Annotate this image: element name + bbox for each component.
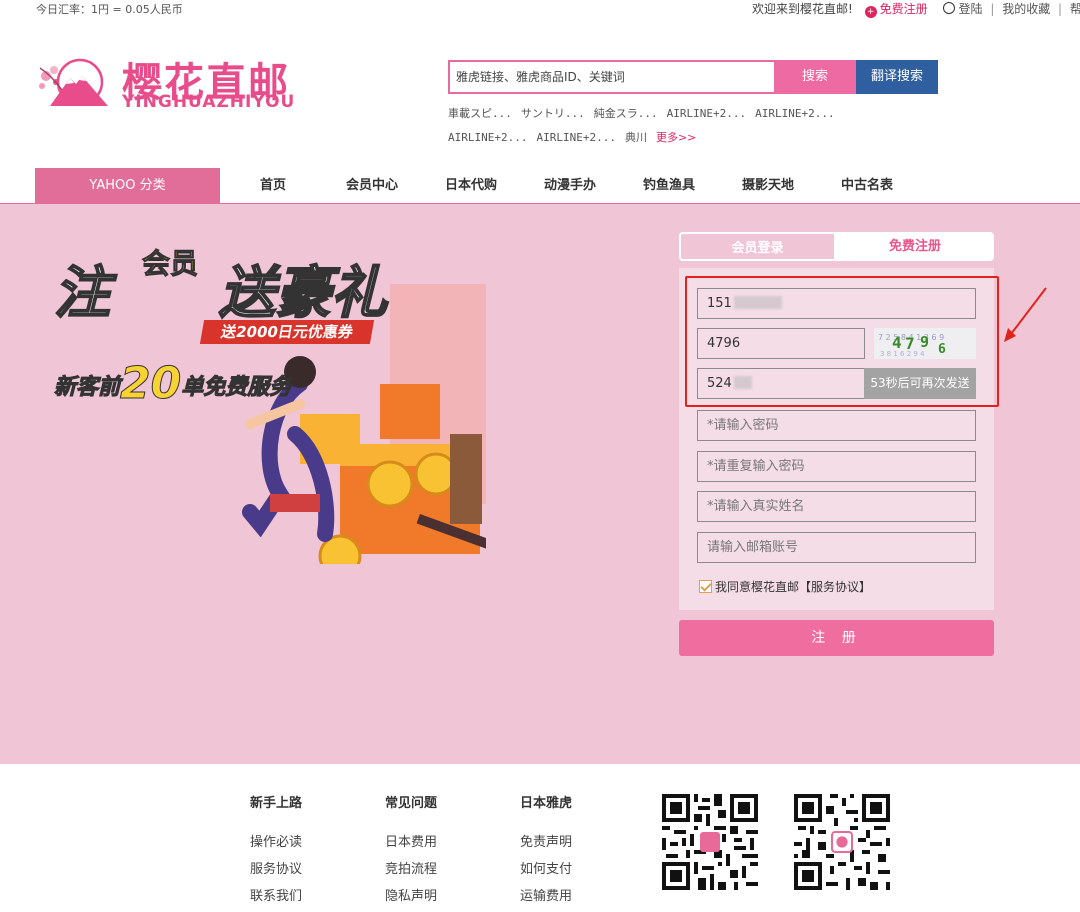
footer-col-title: 新手上路 <box>250 796 303 811</box>
top-links: 欢迎来到樱花直邮! +免费注册 登陆 | 我的收藏 | 帮助 <box>752 0 1080 18</box>
agreement-row: 我同意樱花直邮【服务协议】 <box>699 578 871 595</box>
translate-search-button[interactable]: 翻译搜索 <box>856 60 938 94</box>
footer: 新手上路 操作必读 服务协议 联系我们 常见问题 日本费用 竞拍流程 隐私声明 … <box>0 764 1080 904</box>
footer-link[interactable]: 联系我们 <box>250 885 302 912</box>
search-button[interactable]: 搜索 <box>774 60 856 94</box>
divider: | <box>1058 2 1063 16</box>
footer-link[interactable]: 隐私声明 <box>385 885 437 912</box>
cherry-blossom-mountain-icon <box>39 58 108 106</box>
nav-item-fishing[interactable]: 钓鱼渔具 <box>643 168 695 204</box>
agreement-label[interactable]: 我同意樱花直邮【服务协议】 <box>715 580 871 594</box>
hot-keyword[interactable]: AIRLINE+2... <box>448 126 527 150</box>
promo-vip-text: 会员 <box>141 247 199 281</box>
category-menu-button[interactable]: YAHOO 分类 <box>35 168 220 204</box>
more-keywords-link[interactable]: 更多>> <box>656 126 696 150</box>
help-link[interactable]: 帮助 <box>1070 0 1080 17</box>
highlight-box <box>685 276 999 407</box>
footer-link[interactable]: 竞拍流程 <box>385 858 437 885</box>
footer-col-yahoo: 日本雅虎 免责声明 如何支付 运输费用 <box>520 792 572 912</box>
main-nav: YAHOO 分类 首页 会员中心 日本代购 动漫手办 钓鱼渔具 摄影天地 中古名… <box>0 168 1080 205</box>
footer-col-title: 常见问题 <box>385 796 438 811</box>
site-logo[interactable]: 樱花直邮 YINGHUAZHIYOU <box>36 52 316 114</box>
register-submit-button[interactable]: 注 册 <box>679 620 994 656</box>
search-bar: 搜索 翻译搜索 <box>448 60 938 94</box>
promo-subtitle-num: 20 <box>120 358 182 410</box>
hot-keyword[interactable]: 車載スピ... <box>448 102 512 126</box>
auth-tabs: 会员登录 免费注册 <box>679 232 994 261</box>
favorites-link[interactable]: 我的收藏 <box>1002 0 1050 17</box>
nav-item-anime-figures[interactable]: 动漫手办 <box>544 168 596 204</box>
real-name-field[interactable]: *请输入真实姓名 <box>697 491 976 522</box>
logo-text-en: YINGHUAZHIYOU <box>122 92 296 112</box>
qr-code-wechat <box>662 794 758 890</box>
hot-keyword[interactable]: サントリ... <box>521 102 585 126</box>
footer-col-title: 日本雅虎 <box>520 796 573 811</box>
top-login-label: 登陆 <box>958 2 983 16</box>
footer-link[interactable]: 如何支付 <box>520 858 572 885</box>
search-input[interactable] <box>448 60 776 94</box>
footer-col-faq: 常见问题 日本费用 竞拍流程 隐私声明 <box>385 792 437 912</box>
top-register-label: 免费注册 <box>879 2 928 16</box>
promo-subtitle: 新客前20单免费服务 <box>53 358 292 410</box>
hot-keyword[interactable]: AIRLINE+2... <box>536 126 615 150</box>
hot-keywords: 車載スピ... サントリ... 純金スラ... AIRLINE+2... AIRLINE… <box>448 102 848 150</box>
tab-member-login[interactable]: 会员登录 <box>679 232 836 261</box>
confirm-password-field[interactable]: *请重复输入密码 <box>697 451 976 482</box>
hot-keyword[interactable]: AIRLINE+2... <box>755 102 834 126</box>
hot-keyword[interactable]: 典川 <box>625 126 647 150</box>
footer-link[interactable]: 服务协议 <box>250 858 302 885</box>
user-plus-icon: + <box>864 6 877 18</box>
promo-title-gift: 送豪礼 <box>218 260 388 327</box>
top-register-link[interactable]: + 免费注册 <box>864 0 928 18</box>
footer-link[interactable]: 免责声明 <box>520 831 572 858</box>
footer-col-newbie: 新手上路 操作必读 服务协议 联系我们 <box>250 792 302 912</box>
agree-checkbox[interactable] <box>699 580 712 593</box>
footer-link[interactable]: 日本费用 <box>385 831 437 858</box>
promo-subtitle-post: 单免费服务 <box>181 375 292 401</box>
nav-item-photography[interactable]: 摄影天地 <box>742 168 794 204</box>
divider: | <box>990 2 995 16</box>
user-icon <box>943 2 956 14</box>
top-login-link[interactable]: 登陆 <box>943 0 983 17</box>
password-field[interactable]: *请输入密码 <box>697 410 976 441</box>
promo-title-char: 注 <box>53 260 111 327</box>
hot-keyword[interactable]: AIRLINE+2... <box>667 102 746 126</box>
hot-keyword[interactable]: 純金スラ... <box>594 102 658 126</box>
tab-free-register[interactable]: 免费注册 <box>836 232 994 261</box>
top-bar: 今日汇率：1円 = 0.05人民币 欢迎来到樱花直邮! + 免费注册 登陆 | 我… <box>0 0 1080 18</box>
welcome-text: 欢迎来到樱花直邮! <box>752 2 853 16</box>
qr-code-app <box>794 794 890 890</box>
email-field[interactable]: 请输入邮箱账号 <box>697 532 976 563</box>
nav-item-watches[interactable]: 中古名表 <box>841 168 893 204</box>
promo-subtitle-pre: 新客前 <box>53 375 121 401</box>
exchange-rate: 今日汇率：1円 = 0.05人民币 <box>36 3 183 16</box>
annotation-arrow-icon <box>1004 287 1047 342</box>
nav-item-japan-proxy[interactable]: 日本代购 <box>445 168 497 204</box>
nav-item-member-center[interactable]: 会员中心 <box>346 168 398 204</box>
nav-item-home[interactable]: 首页 <box>260 168 286 204</box>
footer-link[interactable]: 操作必读 <box>250 831 302 858</box>
footer-link[interactable]: 运输费用 <box>520 885 572 912</box>
promo-graphic: 注 会员 送豪礼 送2000日元优惠券 新客前20单免费服务 <box>53 236 486 566</box>
promo-coupon-badge: 送2000日元优惠券 <box>199 320 375 344</box>
